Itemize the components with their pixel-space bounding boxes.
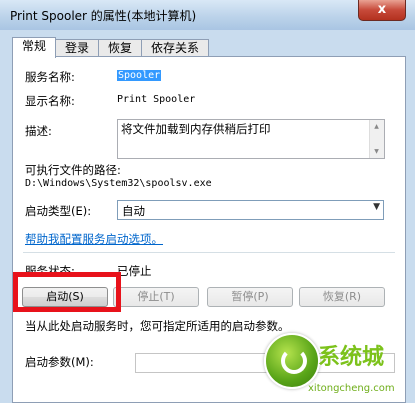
watermark-logo: 系统城 xitongcheng.com: [252, 333, 415, 401]
hint-text: 当从此处启动服务时，您可指定所适用的启动参数。: [25, 319, 290, 333]
exe-path-value[interactable]: D:\Windows\System32\spoolsv.exe: [25, 178, 212, 189]
exe-path-label: 可执行文件的路径:: [25, 163, 121, 177]
startup-type-value: 自动: [122, 204, 145, 218]
description-box[interactable]: 将文件加载到内存供稍后打印 ▲ ▼: [117, 119, 385, 159]
display-name-label: 显示名称:: [25, 94, 75, 108]
watermark-url: xitongcheng.com: [308, 383, 395, 394]
title-bar: Print Spooler 的属性(本地计算机) x: [0, 0, 415, 30]
power-icon: [264, 333, 320, 389]
tab-general[interactable]: 常规: [12, 37, 56, 58]
startup-type-select[interactable]: 自动 ▼: [117, 200, 384, 220]
stop-button[interactable]: 停止(T): [113, 287, 199, 307]
scroll-down-icon[interactable]: ▼: [371, 146, 382, 157]
tab-logon[interactable]: 登录: [55, 39, 99, 57]
service-status-value: 已停止: [117, 264, 152, 278]
scroll-up-icon[interactable]: ▲: [371, 121, 382, 132]
start-button-highlight: [13, 272, 121, 312]
start-params-label: 启动参数(M):: [25, 355, 94, 369]
divider: [23, 252, 395, 253]
close-icon: x: [377, 2, 387, 17]
tab-recovery[interactable]: 恢复: [98, 39, 142, 57]
description-scrollbar[interactable]: ▲ ▼: [369, 120, 384, 158]
close-button[interactable]: x: [358, 0, 406, 21]
description-text: 将文件加载到内存供稍后打印: [121, 122, 271, 136]
pause-button[interactable]: 暂停(P): [207, 287, 293, 307]
help-link[interactable]: 帮助我配置服务启动选项。: [25, 231, 163, 247]
chevron-down-icon: ▼: [373, 202, 380, 212]
window-title: Print Spooler 的属性(本地计算机): [10, 9, 197, 23]
display-name-value[interactable]: Print Spooler: [117, 94, 195, 105]
description-label: 描述:: [25, 124, 52, 138]
tab-dependencies[interactable]: 依存关系: [141, 39, 209, 57]
service-name-label: 服务名称:: [25, 70, 75, 84]
watermark-brand: 系统城: [318, 345, 385, 370]
startup-type-label: 启动类型(E):: [25, 204, 92, 218]
resume-button[interactable]: 恢复(R): [299, 287, 385, 307]
service-name-value[interactable]: Spooler: [117, 70, 162, 81]
